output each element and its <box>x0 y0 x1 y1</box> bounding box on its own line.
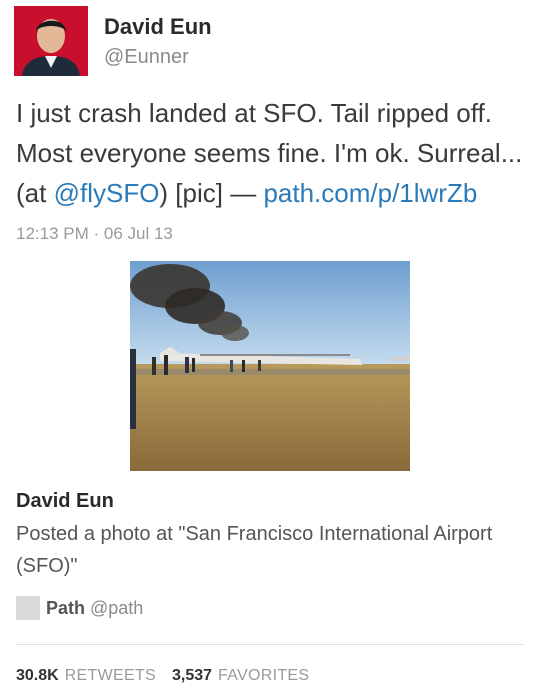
divider <box>16 644 524 645</box>
favorites-label[interactable]: FAVORITES <box>218 667 309 685</box>
card-description-line: Posted a photo at "San Francisco Interna… <box>16 523 493 545</box>
timestamp[interactable]: 12:13 PM · 06 Jul 13 <box>16 224 173 244</box>
card-author[interactable]: David Eun <box>16 490 114 513</box>
path-app-icon <box>16 596 40 620</box>
author-name[interactable]: David Eun <box>104 14 212 40</box>
tweet-text-segment: ) [pic] — <box>159 178 264 208</box>
favorites-count[interactable]: 3,537 <box>172 667 212 685</box>
tweet-text-line: Most everyone seems fine. I'm ok. Surrea… <box>16 138 523 168</box>
tweet-text-segment: (at <box>16 178 54 208</box>
tweet-stats: 30.8K RETWEETS 3,537 FAVORITES <box>16 667 325 685</box>
retweets-count[interactable]: 30.8K <box>16 667 59 685</box>
card-source[interactable]: Path @path <box>16 596 143 620</box>
url-link[interactable]: path.com/p/1lwrZb <box>263 178 477 208</box>
card-description-line: (SFO)" <box>16 555 78 577</box>
source-handle[interactable]: @path <box>90 598 143 619</box>
tweet-text-line: I just crash landed at SFO. Tail ripped … <box>16 98 492 128</box>
avatar[interactable] <box>14 6 88 76</box>
tweet-photo[interactable] <box>130 261 410 471</box>
card-description: Posted a photo at "San Francisco Interna… <box>16 518 526 582</box>
mention-link[interactable]: @flySFO <box>54 178 160 208</box>
tweet-text-line: (at @flySFO) [pic] — path.com/p/1lwrZb <box>16 173 536 213</box>
tweet-text: I just crash landed at SFO. Tail ripped … <box>16 93 536 213</box>
retweets-label[interactable]: RETWEETS <box>65 667 156 685</box>
source-name[interactable]: Path <box>46 598 85 619</box>
author-handle[interactable]: @Eunner <box>104 46 189 69</box>
